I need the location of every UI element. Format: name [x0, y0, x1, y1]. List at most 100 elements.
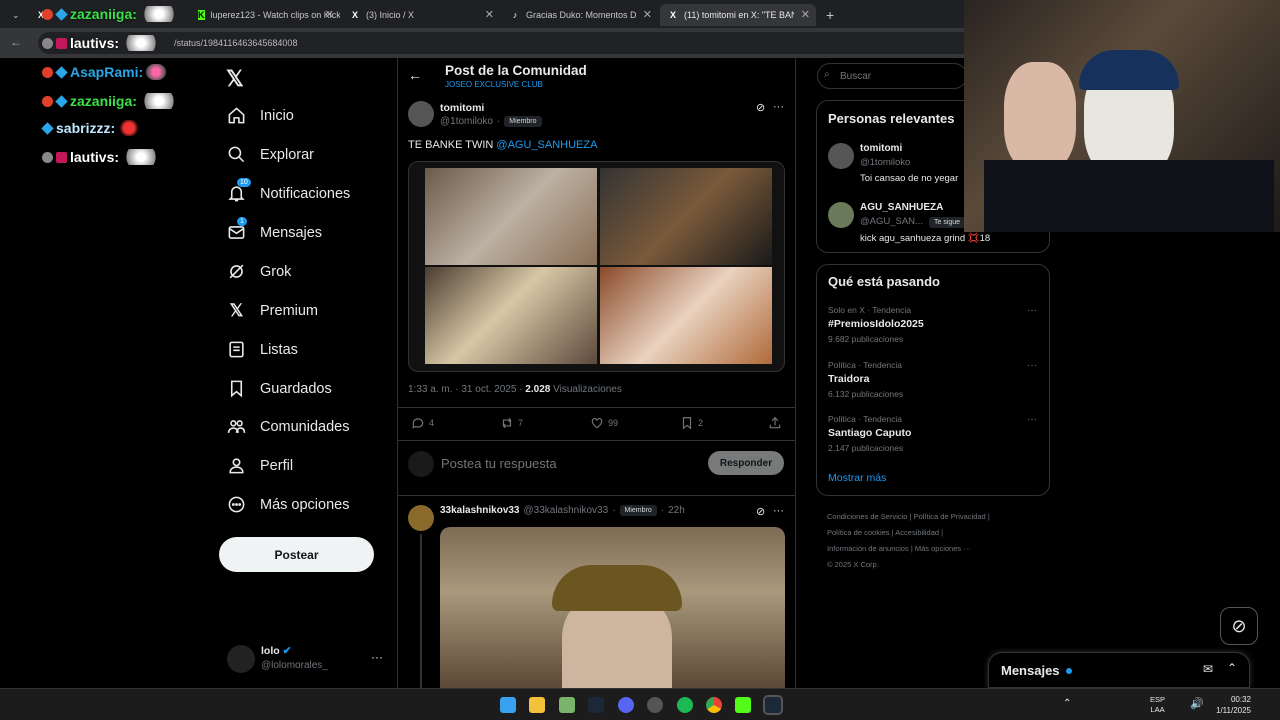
chat-message: zazaniiga:: [42, 93, 178, 109]
home-icon: [228, 107, 245, 124]
tab-5-active[interactable]: X(11) tomitomi en X: "TE BANKE✕: [660, 4, 816, 26]
avatar[interactable]: [828, 202, 854, 228]
chrome-icon[interactable]: [706, 697, 722, 713]
footer-link[interactable]: Política de cookies: [827, 528, 890, 537]
spotify-icon[interactable]: [677, 697, 693, 713]
footer-link[interactable]: Condiciones de Servicio: [827, 512, 907, 521]
reply-button[interactable]: 4: [411, 416, 434, 430]
person-name[interactable]: tomitomi: [860, 143, 902, 154]
kick-icon[interactable]: [735, 697, 751, 713]
trend-item[interactable]: Solo en X · Tendencia #PremiosIdolo2025 9.…: [828, 305, 924, 344]
nav-item-perfil[interactable]: Perfil: [227, 456, 293, 475]
nav-item-listas[interactable]: Listas: [227, 340, 298, 359]
clock[interactable]: 00:32 1/11/2025: [1211, 694, 1251, 716]
emote-image: [118, 120, 141, 136]
bookmark-button[interactable]: 2: [680, 416, 703, 430]
notification-count-badge: 10: [237, 178, 251, 187]
community-name-link[interactable]: JOSEO EXCLUSIVE CLUB: [445, 80, 543, 89]
verified-badge-icon: ✔: [282, 645, 292, 657]
post-image[interactable]: [408, 161, 785, 372]
back-arrow-icon[interactable]: ←: [10, 35, 22, 49]
nav-item-comunidades[interactable]: Comunidades: [227, 417, 349, 436]
trend-more-icon[interactable]: ···: [1027, 305, 1037, 316]
search-input[interactable]: Buscar: [817, 63, 967, 89]
unread-dot: [1066, 668, 1072, 674]
nav-item-inicio[interactable]: Inicio: [227, 106, 294, 125]
chat-message: lautivs:: [42, 149, 161, 165]
account-more-icon[interactable]: ···: [371, 650, 383, 664]
reply-submit-button[interactable]: Responder: [708, 451, 784, 475]
trend-more-icon[interactable]: ···: [1027, 414, 1037, 425]
nav-item-mas-opciones[interactable]: Más opciones: [227, 495, 349, 514]
tab-4[interactable]: ♪Gracias Duko: Momentos Destacados✕: [502, 4, 658, 26]
trend-item[interactable]: Política · Tendencia Santiago Caputo 2.147…: [828, 414, 911, 453]
steam-icon[interactable]: [588, 697, 604, 713]
post-button[interactable]: Postear: [219, 537, 374, 572]
new-tab-button[interactable]: +: [818, 4, 840, 26]
mention-link[interactable]: @AGU_SANHUEZA: [496, 139, 597, 151]
footer-link[interactable]: Política de Privacidad: [914, 512, 986, 521]
avatar[interactable]: [408, 101, 434, 127]
search-icon: [228, 146, 245, 163]
nav-item-guardados[interactable]: Guardados: [227, 379, 332, 398]
nav-item-mensajes[interactable]: 1 Mensajes: [227, 217, 322, 242]
chevron-down-icon: ⌄: [12, 9, 20, 20]
tab-2[interactable]: Kluperez123 - Watch clips on Kick ✕: [190, 4, 340, 26]
reply-author-name[interactable]: 33kalashnikov33: [440, 505, 520, 516]
post-more-icon[interactable]: ···: [773, 101, 784, 113]
back-arrow-icon[interactable]: ←: [408, 67, 422, 83]
nav-item-explorar[interactable]: Explorar: [227, 145, 314, 164]
x-logo-icon[interactable]: 𝕏: [226, 66, 244, 92]
close-icon[interactable]: ✕: [801, 8, 810, 21]
like-button[interactable]: 99: [590, 416, 618, 430]
windows-start-icon[interactable]: [500, 697, 516, 713]
reply-more-icon[interactable]: ···: [773, 505, 784, 517]
messages-drawer[interactable]: Mensajes ✉ ⌃: [988, 652, 1250, 688]
discord-icon[interactable]: [618, 697, 634, 713]
expand-icon[interactable]: ⌃: [1227, 661, 1237, 675]
reply-image[interactable]: [440, 527, 785, 688]
url-input[interactable]: /status/1984116463645684008: [38, 32, 978, 54]
emote-image: [122, 149, 161, 165]
steam-icon[interactable]: [763, 695, 783, 715]
show-more-link[interactable]: Mostrar más: [828, 472, 886, 484]
footer-link[interactable]: Más opciones ···: [915, 544, 971, 553]
avatar[interactable]: [227, 645, 255, 673]
nav-item-grok[interactable]: Grok: [227, 262, 291, 281]
close-icon[interactable]: ✕: [325, 8, 334, 21]
new-message-icon[interactable]: ✉: [1203, 662, 1213, 676]
file-explorer-icon[interactable]: [529, 697, 545, 713]
tab-3[interactable]: X (3) Inicio / X ✕: [342, 4, 500, 26]
taskbar: ⌃ ESP LAA 🔊 00:32 1/11/2025: [0, 688, 1280, 720]
grok-floating-button[interactable]: ⊘: [1220, 607, 1258, 645]
page-title: Post de la Comunidad: [445, 63, 587, 78]
close-icon[interactable]: ✕: [485, 8, 494, 21]
account-switcher[interactable]: lolo ✔: [261, 645, 291, 657]
repost-button[interactable]: 7: [500, 416, 523, 430]
obs-icon[interactable]: [647, 697, 663, 713]
trend-more-icon[interactable]: ···: [1027, 360, 1037, 371]
footer-link[interactable]: Accesibilidad: [895, 528, 939, 537]
volume-icon[interactable]: 🔊: [1190, 697, 1204, 710]
grok-icon[interactable]: ⊘: [756, 101, 765, 114]
avatar[interactable]: [408, 505, 434, 531]
beanie-shape: [1079, 50, 1179, 90]
grok-icon: [229, 264, 244, 279]
trend-item[interactable]: Política · Tendencia Traidora 6.132 public…: [828, 360, 903, 399]
share-button[interactable]: [768, 416, 782, 430]
person-name[interactable]: AGU_SANHUEZA: [860, 202, 943, 213]
tray-chevron-icon[interactable]: ⌃: [1063, 698, 1071, 709]
reply-input[interactable]: Postea tu respuesta: [441, 456, 557, 471]
person-bio: Toi cansao de no yegar: [860, 173, 959, 184]
post-author-name[interactable]: tomitomi: [440, 102, 484, 114]
app-icon[interactable]: [559, 697, 575, 713]
tab-list-button[interactable]: ⌄: [4, 4, 24, 26]
language-indicator[interactable]: ESP LAA: [1150, 695, 1165, 715]
grok-icon[interactable]: ⊘: [756, 505, 765, 518]
close-icon[interactable]: ✕: [643, 8, 652, 21]
post-author-handle[interactable]: @1tomiloko: [440, 116, 493, 127]
nav-item-notificaciones[interactable]: 10 Notificaciones: [227, 178, 350, 203]
nav-item-premium[interactable]: 𝕏 Premium: [227, 301, 318, 321]
avatar[interactable]: [828, 143, 854, 169]
footer-link[interactable]: Información de anuncios: [827, 544, 909, 553]
